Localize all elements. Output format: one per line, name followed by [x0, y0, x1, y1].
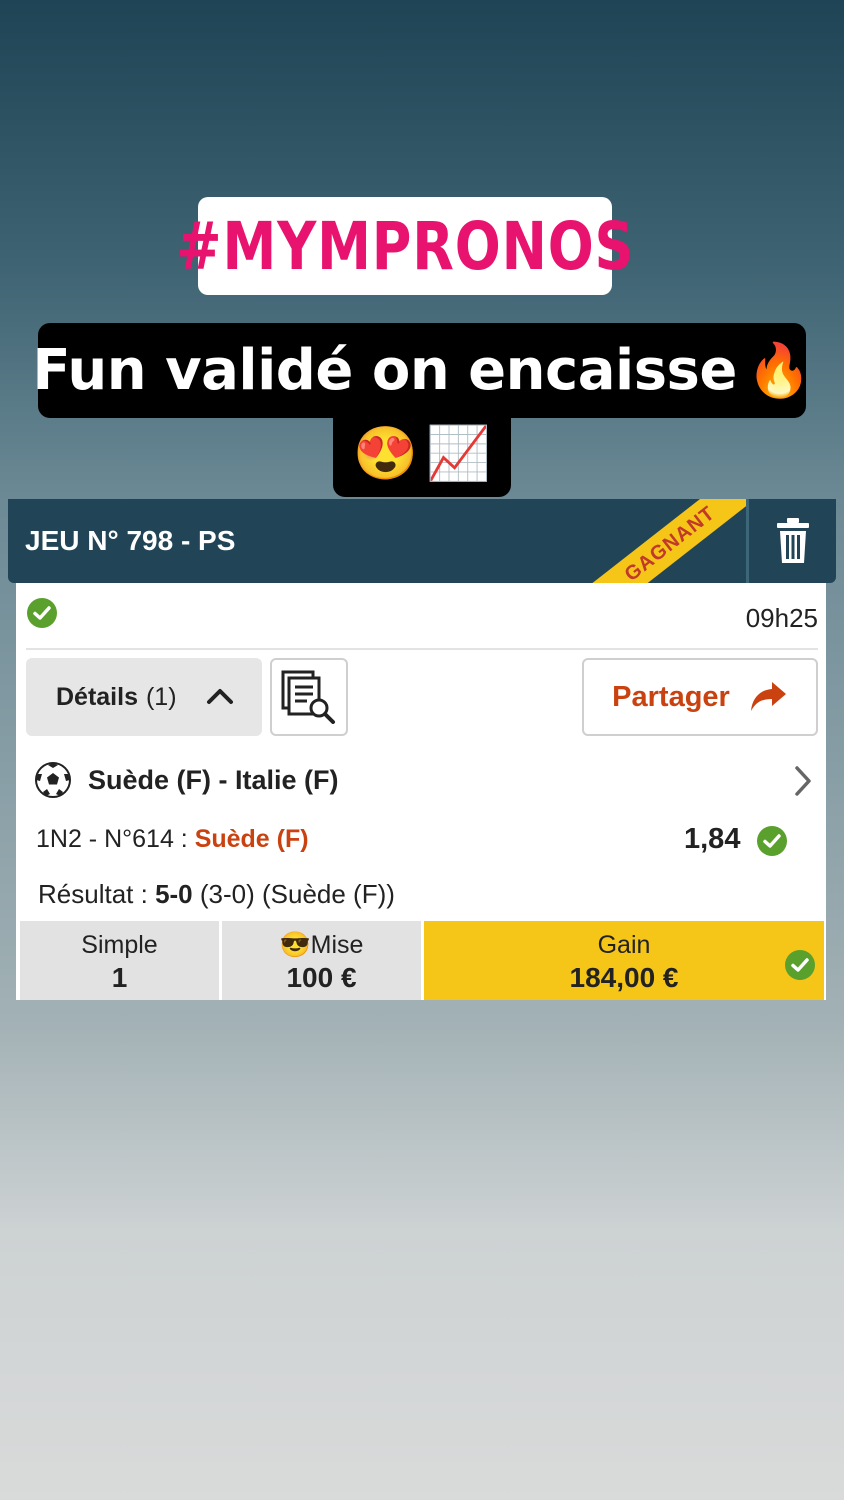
bet-summary: Simple 1 😎Mise 100 € Gain 184,00 €	[20, 921, 824, 1000]
soccer-ball-icon	[35, 762, 71, 798]
heart-eyes-emoji-icon: 😍	[353, 424, 418, 483]
ribbon-label: GAGNANT	[620, 501, 720, 583]
result-prefix: Résultat :	[38, 879, 156, 909]
gain-value: 184,00 €	[569, 962, 679, 993]
winner-ribbon: GAGNANT	[564, 499, 748, 583]
document-search-icon	[281, 670, 335, 724]
share-arrow-icon	[750, 682, 786, 711]
stake-label-wrap: 😎Mise	[280, 931, 364, 960]
match-result: Résultat : 5-0 (3-0) (Suède (F))	[38, 879, 395, 910]
result-score: 5-0	[155, 879, 193, 909]
match-row[interactable]: Suède (F) - Italie (F)	[34, 755, 818, 805]
bet-selection: 1N2 - N°614 : Suède (F)	[36, 825, 309, 854]
result-detail: (3-0) (Suède (F))	[192, 879, 395, 909]
gain-check-icon	[784, 949, 816, 986]
header-divider	[746, 499, 749, 583]
bet-card-header: JEU N° 798 - PS GAGNANT	[8, 499, 836, 583]
caption-line-1: Fun validé on encaisse 🔥	[32, 323, 812, 418]
gain-cell: Gain 184,00 €	[424, 921, 824, 1000]
bet-type-label: Simple	[81, 931, 158, 959]
bet-type-cell: Simple 1	[20, 921, 219, 1000]
sunglasses-emoji-icon: 😎	[279, 931, 311, 959]
match-title: Suède (F) - Italie (F)	[88, 764, 339, 795]
bet-odds: 1,84	[684, 823, 741, 855]
bet-card: JEU N° 798 - PS GAGNANT 09h25 Détails (1…	[8, 499, 836, 1000]
chevron-right-icon	[792, 765, 814, 802]
bet-market: 1N2 - N°614 :	[36, 825, 195, 853]
trash-icon	[777, 518, 809, 563]
bet-pick: Suède (F)	[194, 825, 309, 853]
gain-label: Gain	[597, 931, 651, 959]
delete-button[interactable]	[768, 513, 818, 569]
caption-line-2: 😍 📈	[333, 410, 511, 497]
bet-time: 09h25	[745, 603, 818, 633]
divider	[26, 648, 818, 650]
odds-check-icon	[756, 825, 788, 862]
chart-up-emoji-icon: 📈	[426, 424, 491, 483]
share-button[interactable]: Partager	[582, 658, 818, 736]
stake-label: Mise	[310, 931, 364, 959]
caption-text: Fun validé on encaisse	[32, 338, 737, 403]
details-count: (1)	[145, 682, 177, 711]
stake-value: 100 €	[286, 962, 357, 993]
details-label: Détails	[56, 682, 138, 711]
bet-type-value: 1	[111, 962, 128, 993]
hashtag-sticker: #MYMPRONOS	[176, 197, 633, 295]
search-documents-button[interactable]	[270, 658, 348, 736]
chevron-up-icon	[206, 686, 234, 711]
validated-check-icon	[26, 597, 58, 634]
ribbon-container: GAGNANT	[8, 499, 748, 583]
hashtag-text: #MYMPRONOS	[175, 207, 635, 285]
bet-card-body: 09h25 Détails (1) Partager Suède (F) - I…	[16, 583, 826, 1000]
stake-cell: 😎Mise 100 €	[222, 921, 421, 1000]
share-label: Partager	[612, 680, 730, 713]
fire-emoji-icon: 🔥	[746, 341, 812, 400]
details-toggle-button[interactable]: Détails (1)	[26, 658, 262, 736]
